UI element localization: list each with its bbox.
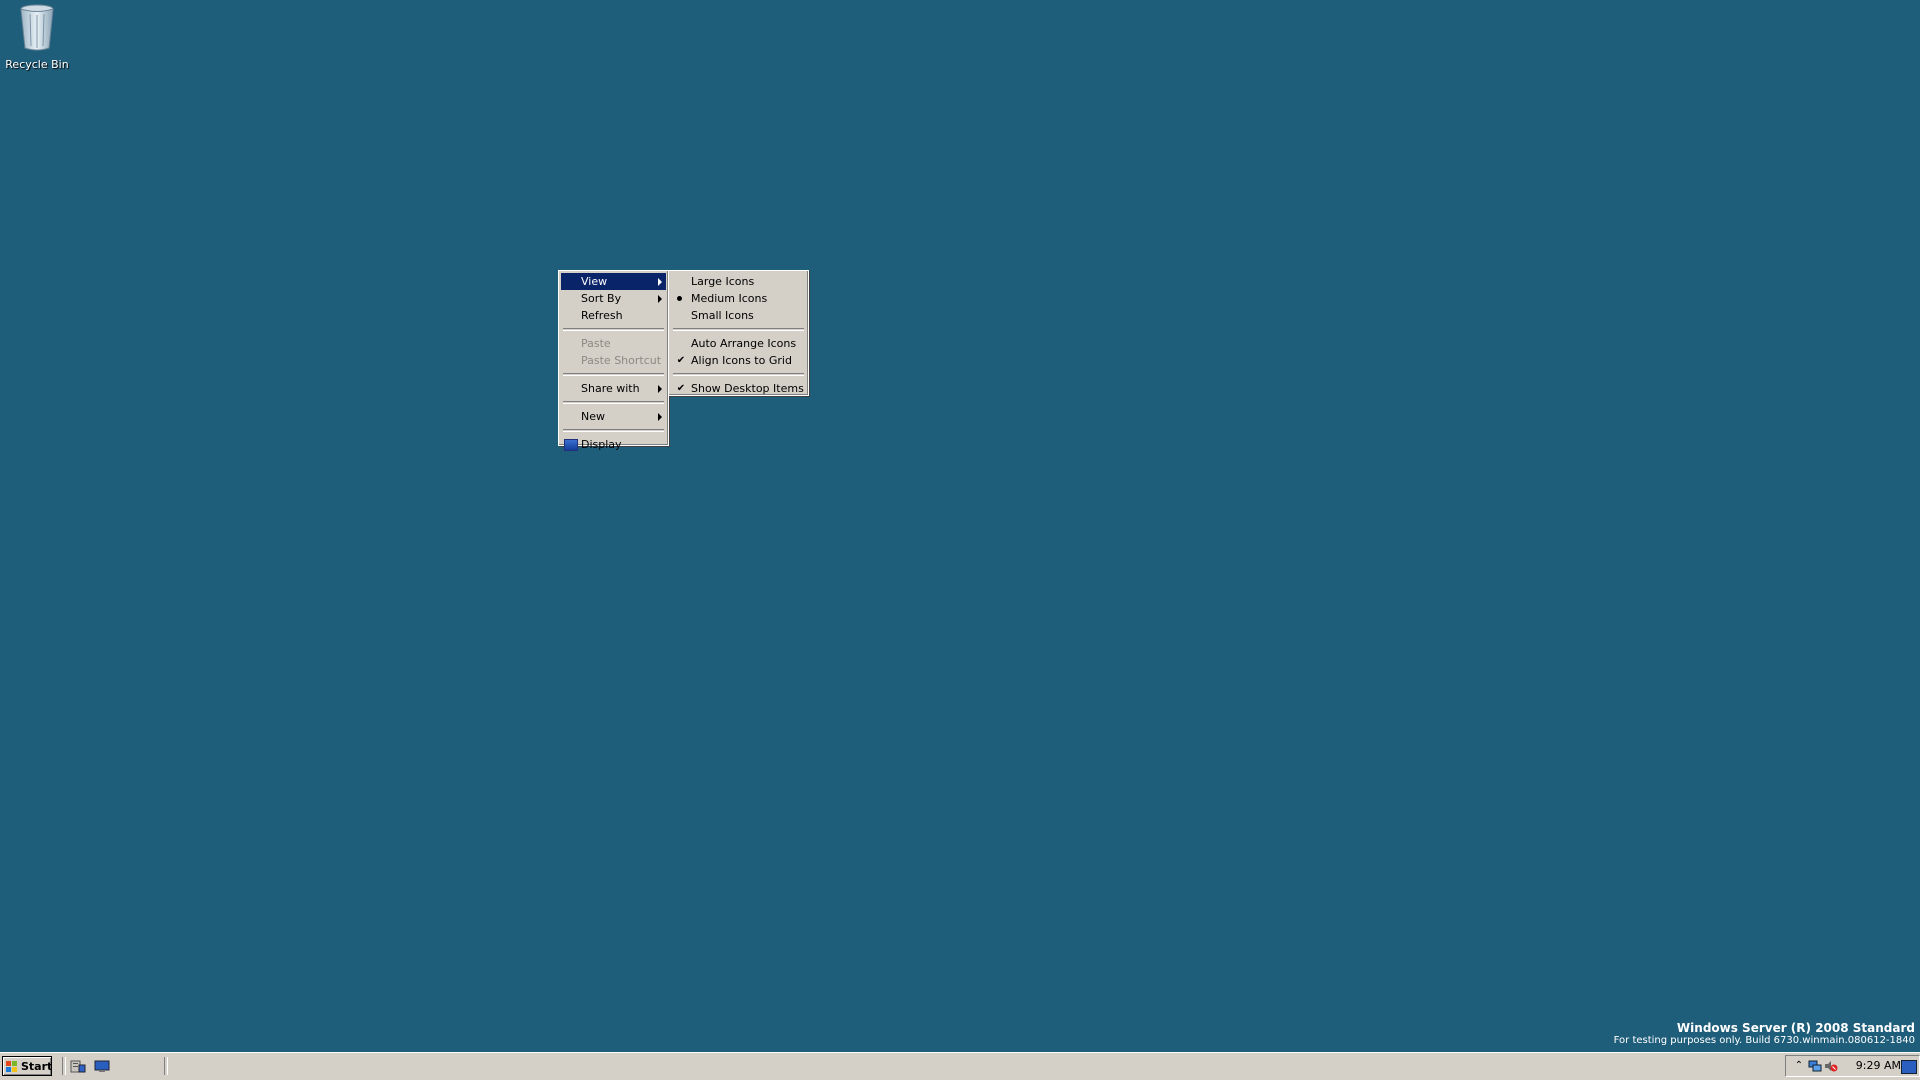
menu-item-sort-by[interactable]: Sort By bbox=[561, 290, 666, 307]
menu-item-view-label: View bbox=[581, 275, 608, 288]
submenu-item-large-icons[interactable]: Large Icons bbox=[671, 273, 806, 290]
menu-separator bbox=[563, 429, 664, 432]
submenu-item-medium-icons-label: Medium Icons bbox=[691, 292, 768, 305]
taskbar: Start ⌃ 9:29 AM bbox=[0, 1052, 1920, 1080]
submenu-arrow-icon bbox=[658, 385, 662, 393]
menu-separator bbox=[673, 373, 804, 376]
volume-muted-icon[interactable] bbox=[1824, 1060, 1838, 1072]
menu-separator bbox=[563, 401, 664, 404]
quick-launch-separator bbox=[62, 1057, 66, 1075]
menu-item-display[interactable]: Display bbox=[561, 436, 666, 453]
build-info-text: For testing purposes only. Build 6730.wi… bbox=[1613, 1035, 1915, 1046]
submenu-arrow-icon bbox=[658, 278, 662, 286]
menu-item-refresh[interactable]: Refresh bbox=[561, 307, 666, 324]
menu-item-paste: Paste bbox=[561, 335, 666, 352]
menu-item-share-with[interactable]: Share with bbox=[561, 380, 666, 397]
submenu-item-small-icons[interactable]: Small Icons bbox=[671, 307, 806, 324]
submenu-item-show-desktop-items-label: Show Desktop Items bbox=[691, 382, 804, 395]
recycle-bin-label: Recycle Bin bbox=[5, 58, 69, 71]
network-icon[interactable] bbox=[1808, 1060, 1822, 1072]
radio-bullet-icon bbox=[677, 296, 682, 301]
menu-separator bbox=[673, 328, 804, 331]
desktop-context-menu: View Sort By Refresh Paste Paste Shortcu… bbox=[558, 270, 669, 451]
show-desktop-icon[interactable] bbox=[1901, 1060, 1917, 1074]
server-manager-icon[interactable] bbox=[70, 1059, 86, 1073]
display-icon bbox=[564, 439, 578, 451]
os-edition-text: Windows Server (R) 2008 Standard bbox=[1676, 1021, 1915, 1035]
submenu-item-auto-arrange[interactable]: Auto Arrange Icons bbox=[671, 335, 806, 352]
view-submenu: Large Icons Medium Icons Small Icons Aut… bbox=[668, 270, 809, 396]
menu-item-new[interactable]: New bbox=[561, 408, 666, 425]
menu-item-view[interactable]: View bbox=[561, 273, 666, 290]
menu-separator bbox=[563, 373, 664, 376]
menu-item-paste-shortcut: Paste Shortcut bbox=[561, 352, 666, 369]
recycle-bin-shortcut[interactable]: Recycle Bin bbox=[2, 2, 72, 71]
submenu-item-small-icons-label: Small Icons bbox=[691, 309, 754, 322]
recycle-bin-icon bbox=[15, 2, 59, 52]
submenu-item-medium-icons[interactable]: Medium Icons bbox=[671, 290, 806, 307]
windows-flag-icon bbox=[6, 1061, 17, 1072]
start-button[interactable]: Start bbox=[2, 1056, 52, 1076]
desktop[interactable]: Recycle Bin View Sort By Refresh Paste P… bbox=[0, 0, 1920, 1052]
checkmark-icon: ✔ bbox=[676, 355, 686, 366]
menu-item-paste-shortcut-label: Paste Shortcut bbox=[581, 354, 662, 367]
menu-item-paste-label: Paste bbox=[581, 337, 611, 350]
submenu-arrow-icon bbox=[658, 413, 662, 421]
show-desktop-quicklaunch-icon[interactable] bbox=[94, 1059, 110, 1073]
notification-area: ⌃ 9:29 AM bbox=[1785, 1055, 1920, 1077]
submenu-item-large-icons-label: Large Icons bbox=[691, 275, 755, 288]
submenu-item-align-to-grid[interactable]: ✔ Align Icons to Grid bbox=[671, 352, 806, 369]
clock[interactable]: 9:29 AM bbox=[1856, 1059, 1901, 1073]
start-label: Start bbox=[21, 1060, 53, 1073]
menu-item-display-label: Display bbox=[581, 438, 622, 451]
menu-separator bbox=[563, 328, 664, 331]
submenu-item-show-desktop-items[interactable]: ✔ Show Desktop Items bbox=[671, 380, 806, 397]
menu-item-share-with-label: Share with bbox=[581, 382, 640, 395]
quick-launch-separator bbox=[164, 1057, 168, 1075]
menu-item-sort-by-label: Sort By bbox=[581, 292, 622, 305]
submenu-arrow-icon bbox=[658, 295, 662, 303]
submenu-item-auto-arrange-label: Auto Arrange Icons bbox=[691, 337, 797, 350]
checkmark-icon: ✔ bbox=[676, 383, 686, 394]
menu-item-new-label: New bbox=[581, 410, 605, 423]
submenu-item-align-to-grid-label: Align Icons to Grid bbox=[691, 354, 792, 367]
show-hidden-icons-chevron-icon[interactable]: ⌃ bbox=[1792, 1060, 1806, 1072]
os-watermark: Windows Server (R) 2008 Standard For tes… bbox=[1614, 1021, 1915, 1046]
menu-item-refresh-label: Refresh bbox=[581, 309, 623, 322]
